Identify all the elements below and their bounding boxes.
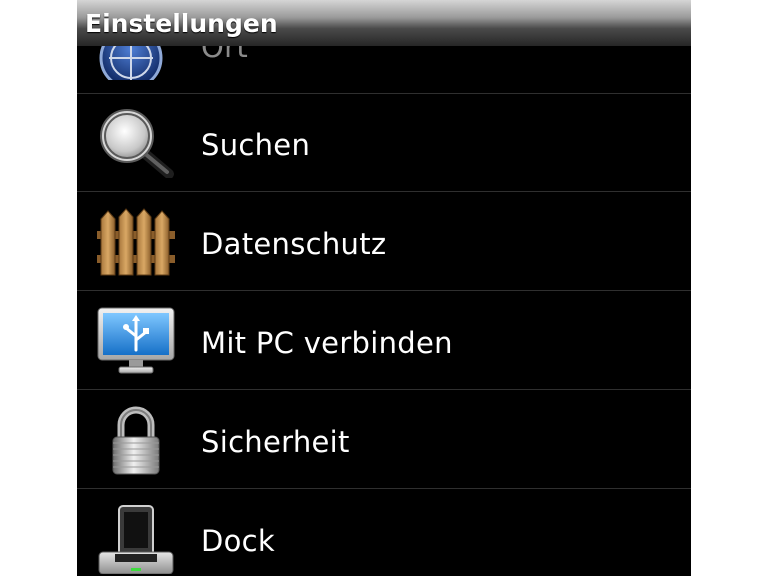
settings-item-security[interactable]: Sicherheit: [77, 391, 691, 489]
title-bar: Einstellungen: [77, 0, 691, 46]
settings-item-dock[interactable]: Dock: [77, 490, 691, 576]
settings-screen: Einstellungen Ort Suchen Datenschutz Mit…: [77, 0, 691, 576]
settings-item-search[interactable]: Suchen: [77, 94, 691, 192]
monitor-usb-icon: [97, 306, 175, 376]
settings-item-privacy[interactable]: Datenschutz: [77, 193, 691, 291]
settings-item-connect-pc[interactable]: Mit PC verbinden: [77, 292, 691, 390]
settings-item-label: Mit PC verbinden: [201, 326, 453, 360]
settings-item-label: Suchen: [201, 128, 311, 162]
fence-icon: [97, 207, 175, 277]
padlock-icon: [97, 405, 175, 475]
settings-item-label: Sicherheit: [201, 425, 350, 459]
settings-item-label: Dock: [201, 524, 276, 558]
dock-icon: [97, 504, 175, 574]
magnifier-icon: [97, 108, 175, 178]
page-title: Einstellungen: [85, 9, 278, 38]
settings-item-label: Datenschutz: [201, 227, 387, 261]
